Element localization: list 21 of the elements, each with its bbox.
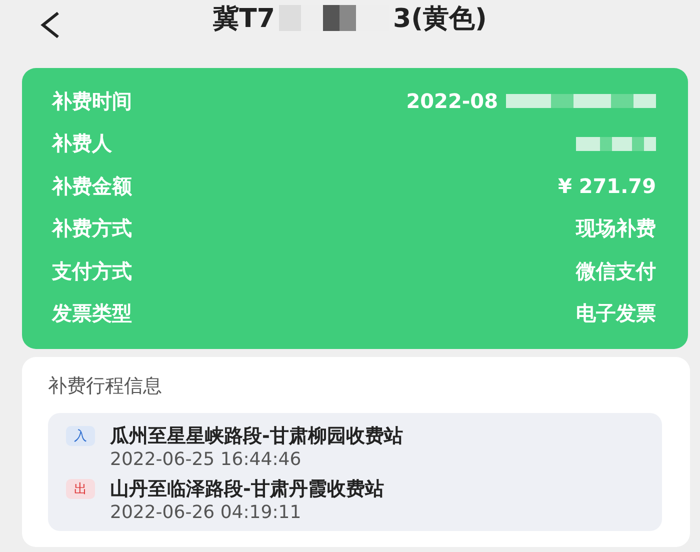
detail-value: 微信支付 <box>576 258 656 285</box>
detail-value: 2022-08 <box>406 89 498 114</box>
pass-time: 2022-06-26 04:19:11 <box>110 502 302 523</box>
station-name: 山丹至临泽路段-甘肃丹霞收费站 <box>110 477 385 502</box>
detail-value: 电子发票 <box>576 300 656 328</box>
detail-label: 补费时间 <box>52 88 132 115</box>
pass-time: 2022-06-25 16:44:46 <box>110 449 302 470</box>
detail-label: 支付方式 <box>52 258 132 285</box>
detail-label: 补费方式 <box>52 215 132 242</box>
detail-value: 现场补费 <box>576 215 656 242</box>
plate-number: 3(黄色) <box>392 2 487 36</box>
detail-value: ¥ 271.79 <box>558 174 656 198</box>
back-icon[interactable] <box>38 10 62 40</box>
section-title: 补费行程信息 <box>48 374 163 399</box>
stop-badge: 出 <box>66 479 95 499</box>
plate-number: 冀T7 <box>213 2 275 36</box>
detail-label: 补费人 <box>52 130 112 158</box>
detail-label: 补费金额 <box>52 172 132 200</box>
detail-label: 发票类型 <box>52 300 132 328</box>
stop-badge: 入 <box>66 426 95 446</box>
station-name: 瓜州至星星峡路段-甘肃柳园收费站 <box>110 424 404 449</box>
